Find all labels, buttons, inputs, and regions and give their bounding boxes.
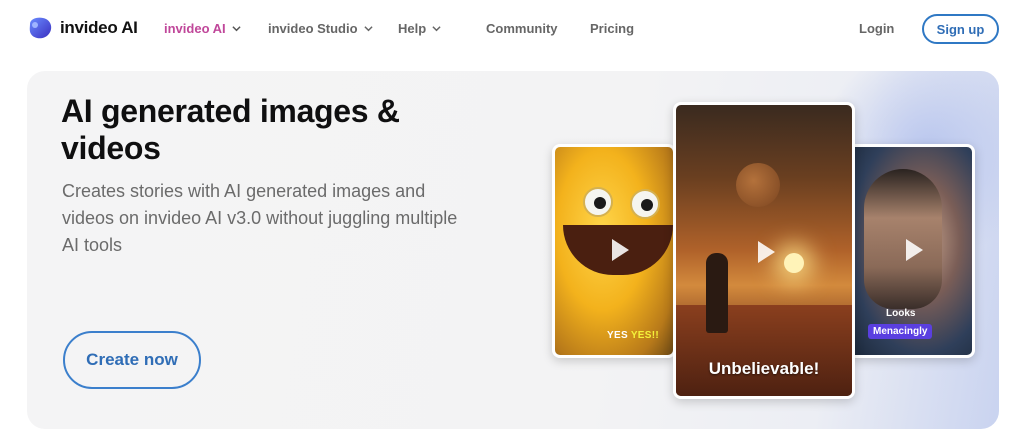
card-right-caption-top: Looks <box>886 308 916 319</box>
nav-invideo-ai[interactable]: invideo AI <box>164 21 241 36</box>
astronaut-graphic <box>706 253 728 333</box>
chevron-down-icon <box>232 26 241 32</box>
video-card-astronaut[interactable]: Unbelievable! <box>673 102 855 399</box>
monster-eye-left <box>583 187 613 217</box>
nav-community-label: Community <box>486 21 558 36</box>
hero-subtitle: Creates stories with AI generated images… <box>62 181 458 255</box>
card-right-caption-badge: Menacingly <box>868 324 933 339</box>
video-card-monster[interactable]: YES YES!! <box>552 144 676 358</box>
nav-invideo-ai-label: invideo AI <box>164 21 226 36</box>
man-face <box>864 169 942 309</box>
nav-pricing-label: Pricing <box>590 21 635 36</box>
monster-eye-right <box>630 189 660 219</box>
planet-graphic <box>736 163 780 207</box>
card-mid-caption: Unbelievable! <box>708 359 820 378</box>
sun-graphic <box>784 253 804 273</box>
nav-community[interactable]: Community <box>486 21 558 36</box>
invideo-logo-icon <box>29 17 52 39</box>
card-left-caption-plain: YES <box>607 330 628 341</box>
login-link[interactable]: Login <box>859 21 894 36</box>
chevron-down-icon <box>432 26 441 32</box>
brand-logo[interactable]: invideo AI <box>26 14 138 42</box>
nav-help-label: Help <box>398 21 427 36</box>
mars-ground <box>676 305 852 396</box>
card-left-caption: YES YES!! <box>607 330 659 341</box>
hero-section: AI generated images & videos Creates sto… <box>27 71 999 429</box>
signup-button[interactable]: Sign up <box>922 14 999 44</box>
video-card-man[interactable]: Looks Menacingly <box>847 144 975 358</box>
create-now-button[interactable]: Create now <box>63 331 201 389</box>
chevron-down-icon <box>363 26 373 32</box>
card-left-caption-highlight: YES!! <box>630 330 659 341</box>
nav-invideo-studio[interactable]: invideo Studio <box>268 21 373 36</box>
play-icon[interactable] <box>906 239 923 261</box>
play-icon[interactable] <box>758 241 775 263</box>
top-navigation: invideo AI invideo AI invideo Studio Hel… <box>0 0 1024 58</box>
nav-help[interactable]: Help <box>398 21 441 36</box>
play-icon[interactable] <box>612 239 629 261</box>
nav-invideo-studio-label: invideo Studio <box>268 21 358 36</box>
brand-name: invideo AI <box>60 18 138 37</box>
nav-pricing[interactable]: Pricing <box>590 21 634 36</box>
hero-title: AI generated images & videos <box>61 93 400 166</box>
